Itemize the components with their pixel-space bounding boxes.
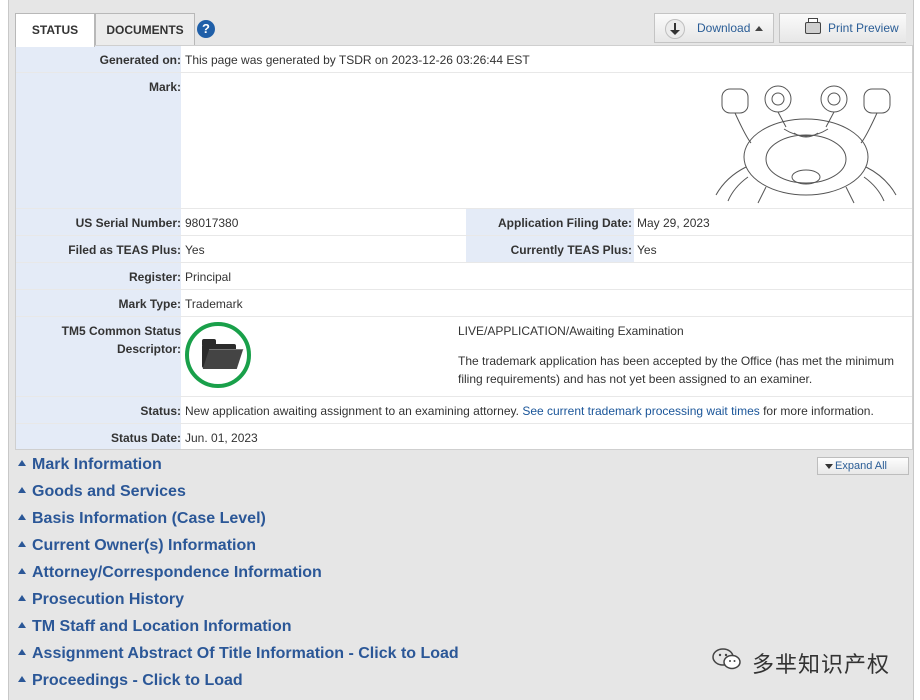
top-bar: DOCUMENTS STATUS ? Download Print Previe…	[9, 7, 913, 47]
wechat-icon	[712, 648, 741, 670]
row-generated-on: Generated on: This page was generated by…	[16, 46, 912, 73]
value-serial: 98017380	[185, 216, 239, 230]
value-mark-type: Trademark	[185, 297, 243, 311]
section-title: Attorney/Correspondence Information	[32, 564, 322, 581]
section-basis-information[interactable]: Basis Information (Case Level)	[15, 508, 266, 530]
print-preview-label: Print Preview	[828, 21, 899, 35]
section-title: Proceedings - Click to Load	[32, 672, 243, 689]
status-text-after: for more information.	[763, 404, 874, 418]
row-status-date: Status Date: Jun. 01, 2023	[16, 424, 912, 450]
collapse-triangle-icon	[18, 568, 26, 575]
label-status-date: Status Date:	[110, 431, 181, 445]
caret-down-icon	[825, 464, 833, 469]
section-prosecution-history[interactable]: Prosecution History	[15, 589, 184, 611]
section-goods-and-services[interactable]: Goods and Services	[15, 481, 186, 503]
expand-all-label: Expand All	[835, 460, 887, 472]
section-title: Goods and Services	[32, 483, 186, 500]
section-title: Mark Information	[32, 456, 162, 473]
collapse-triangle-icon	[18, 487, 26, 494]
value-teas-plus: Yes	[185, 243, 205, 257]
label-generated-on: Generated on:	[99, 53, 181, 67]
label-currently-teas: Currently TEAS Plus:	[510, 243, 632, 257]
help-icon[interactable]: ?	[197, 20, 215, 38]
tm5-headline: LIVE/APPLICATION/Awaiting Examination	[458, 324, 684, 338]
row-serial: US Serial Number: 98017380 Application F…	[16, 209, 912, 236]
tab-status[interactable]: STATUS	[15, 13, 95, 47]
status-panel: Generated on: This page was generated by…	[15, 45, 913, 450]
section-current-owner[interactable]: Current Owner(s) Information	[15, 535, 256, 557]
section-title: Basis Information (Case Level)	[32, 510, 266, 527]
collapse-triangle-icon	[18, 676, 26, 683]
row-teas-plus: Filed as TEAS Plus: Yes Currently TEAS P…	[16, 236, 912, 263]
watermark-text: 多芈知识产权	[752, 652, 891, 677]
collapse-triangle-icon	[18, 460, 26, 467]
collapse-triangle-icon	[18, 649, 26, 656]
folder-icon	[202, 339, 236, 368]
label-mark-type: Mark Type:	[118, 297, 181, 311]
live-application-icon	[185, 322, 251, 388]
value-register: Principal	[185, 270, 232, 284]
section-title: TM Staff and Location Information	[32, 618, 292, 635]
collapse-triangle-icon	[18, 541, 26, 548]
tm5-description-line2: filing requirements) and has not yet bee…	[458, 372, 813, 386]
caret-up-icon	[755, 26, 763, 31]
mark-image-crab	[715, 85, 897, 204]
label-status: Status:	[140, 404, 181, 418]
collapse-triangle-icon	[18, 622, 26, 629]
download-label: Download	[697, 21, 751, 35]
value-currently-teas: Yes	[637, 243, 657, 257]
collapse-triangle-icon	[18, 595, 26, 602]
value-generated-on: This page was generated by TSDR on 2023-…	[185, 53, 530, 67]
expand-all-button[interactable]: Expand All	[817, 457, 909, 475]
value-status-date: Jun. 01, 2023	[185, 431, 258, 445]
value-filing-date: May 29, 2023	[637, 216, 710, 230]
label-tm5-line2: Descriptor:	[116, 342, 181, 356]
row-mark-type: Mark Type: Trademark	[16, 290, 912, 317]
section-title: Assignment Abstract Of Title Information…	[32, 645, 459, 662]
tab-documents[interactable]: DOCUMENTS	[95, 13, 195, 45]
row-mark: Mark:	[16, 73, 912, 209]
label-mark: Mark:	[148, 80, 181, 94]
wait-times-link[interactable]: See current trademark processing wait ti…	[522, 404, 759, 418]
section-mark-information[interactable]: Mark Information	[15, 454, 162, 476]
label-teas-plus: Filed as TEAS Plus:	[68, 243, 181, 257]
row-status: Status: New application awaiting assignm…	[16, 397, 912, 424]
section-title: Prosecution History	[32, 591, 185, 608]
section-attorney-correspondence[interactable]: Attorney/Correspondence Information	[15, 562, 322, 584]
row-register: Register: Principal	[16, 263, 912, 290]
status-text: New application awaiting assignment to a…	[185, 404, 519, 418]
label-tm5-line1: TM5 Common Status	[61, 324, 181, 338]
value-status: New application awaiting assignment to a…	[185, 404, 874, 418]
section-proceedings[interactable]: Proceedings - Click to Load	[15, 670, 243, 692]
section-title: Current Owner(s) Information	[32, 537, 257, 554]
section-assignment-abstract[interactable]: Assignment Abstract Of Title Information…	[15, 643, 459, 665]
print-preview-button[interactable]: Print Preview	[779, 13, 906, 43]
row-tm5: TM5 Common Status Descriptor: LIVE/APPLI…	[16, 317, 912, 397]
printer-icon	[805, 18, 821, 34]
label-filing-date: Application Filing Date:	[498, 216, 632, 230]
section-tm-staff-location[interactable]: TM Staff and Location Information	[15, 616, 292, 638]
download-icon	[665, 19, 685, 39]
download-button[interactable]: Download	[654, 13, 774, 43]
label-register: Register:	[128, 270, 181, 284]
label-serial: US Serial Number:	[75, 216, 181, 230]
tm5-description-line1: The trademark application has been accep…	[458, 354, 895, 368]
collapse-triangle-icon	[18, 514, 26, 521]
tsdr-frame: DOCUMENTS STATUS ? Download Print Previe…	[8, 0, 914, 700]
